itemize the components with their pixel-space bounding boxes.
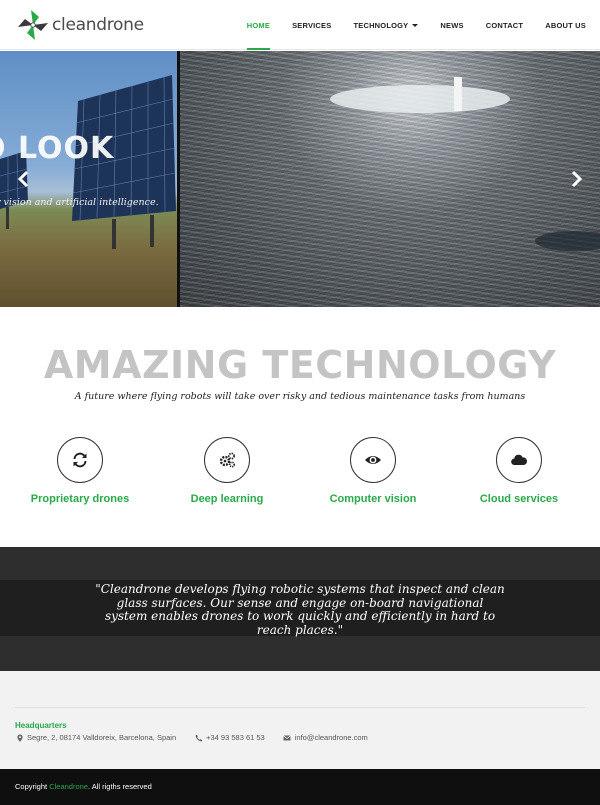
company-quote: "Cleandrone develops flying robotic syst…: [95, 582, 505, 637]
carousel-prev-button[interactable]: [14, 169, 34, 189]
feature-icon-circle: [350, 437, 396, 483]
contact-row: Segre, 2, 08174 Valldoreix, Barcelona, S…: [15, 733, 368, 742]
logo-text: cleandrone: [52, 15, 144, 35]
nav-news-label: NEWS: [440, 20, 464, 30]
feature-cloud-services[interactable]: Cloud services: [444, 437, 594, 505]
feature-proprietary-drones[interactable]: Proprietary drones: [5, 437, 155, 505]
nav-services-label: SERVICES: [292, 20, 332, 30]
nav-news[interactable]: NEWS: [440, 0, 463, 50]
section-title: AMAZING TECHNOLOGY: [43, 343, 557, 387]
nav-home[interactable]: HOME: [246, 0, 271, 50]
nav-about-us-label: ABOUT US: [545, 20, 586, 30]
main-nav: HOME SERVICES TECHNOLOGY NEWS CONTACT AB…: [225, 0, 586, 50]
solar-tower-image: [330, 77, 600, 251]
gears-icon: [219, 452, 236, 468]
phone-text: +34 93 583 61 53: [206, 733, 265, 742]
copyright-bar: Copyright Cleandrone. All rigths reserve…: [0, 769, 600, 805]
copyright-brand-link[interactable]: Cleandrone: [49, 782, 88, 791]
chevron-left-icon: [17, 170, 29, 188]
hero-subtitle: r vision and artificial intelligence.: [0, 197, 159, 208]
quote-section: "Cleandrone develops flying robotic syst…: [0, 547, 600, 671]
envelope-icon: [283, 733, 292, 742]
nav-services[interactable]: SERVICES: [292, 0, 331, 50]
caret-down-icon: [412, 23, 419, 27]
refresh-icon: [73, 452, 87, 468]
hero-title: O LOOK: [0, 131, 115, 166]
map-marker-icon: [15, 733, 24, 742]
logo[interactable]: cleandrone: [16, 7, 144, 43]
nav-technology-label: TECHNOLOGY: [353, 20, 409, 30]
feature-label: Deep learning: [190, 493, 264, 505]
address-text: Segre, 2, 08174 Valldoreix, Barcelona, S…: [27, 733, 177, 742]
cloud-icon: [511, 454, 528, 466]
feature-icon-circle: [57, 437, 103, 483]
phone-icon: [194, 733, 203, 742]
nav-contact[interactable]: CONTACT: [486, 0, 524, 50]
feature-icon-circle: [204, 437, 250, 483]
eye-icon: [365, 456, 381, 464]
carousel-next-button[interactable]: [566, 169, 586, 189]
copyright-prefix: Copyright: [15, 782, 50, 791]
hero-slide-heliostat-field: [180, 51, 600, 307]
nav-about-us[interactable]: ABOUT US: [545, 0, 586, 50]
feature-icon-circle: [496, 437, 542, 483]
copyright-suffix: . All rigths reserved: [87, 782, 152, 791]
footer-info: Headquarters Segre, 2, 08174 Valldoreix,…: [0, 671, 600, 769]
hero-carousel: O LOOK r vision and artificial intellige…: [0, 51, 600, 307]
email-link[interactable]: info@cleandrone.com: [295, 733, 368, 742]
nav-contact-label: CONTACT: [485, 20, 524, 30]
section-subtitle: A future where flying robots will take o…: [74, 391, 526, 402]
headquarters-title: Headquarters: [15, 721, 67, 730]
navbar: cleandrone HOME SERVICES TECHNOLOGY NEWS…: [0, 0, 600, 50]
nav-technology[interactable]: TECHNOLOGY: [353, 0, 419, 50]
feature-computer-vision[interactable]: Computer vision: [298, 437, 448, 505]
footer-divider: [15, 707, 585, 708]
feature-label: Proprietary drones: [30, 493, 130, 505]
feature-deep-learning[interactable]: Deep learning: [152, 437, 302, 505]
copyright-text: Copyright Cleandrone. All rigths reserve…: [15, 782, 152, 791]
technology-section: AMAZING TECHNOLOGY A future where flying…: [0, 307, 600, 547]
feature-label: Cloud services: [479, 493, 559, 505]
pinwheel-logo-icon: [18, 10, 48, 40]
chevron-right-icon: [571, 170, 583, 188]
nav-home-label: HOME: [246, 20, 271, 30]
feature-label: Computer vision: [329, 493, 417, 505]
